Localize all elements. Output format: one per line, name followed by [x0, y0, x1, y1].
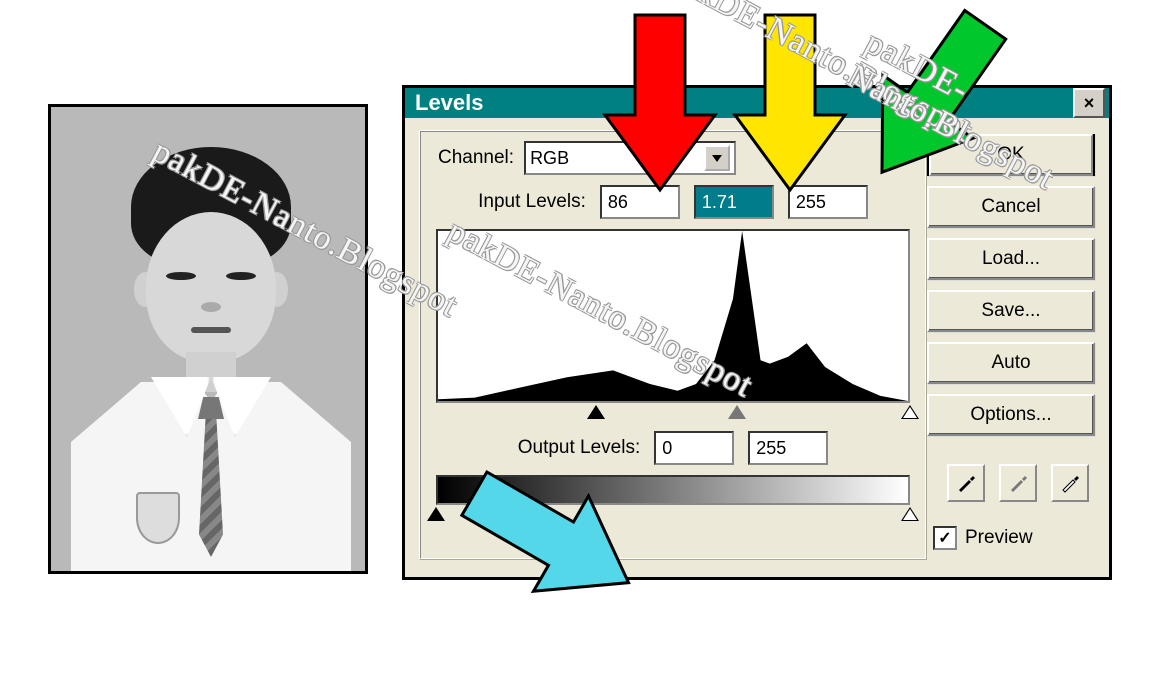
eyedropper-icon	[955, 472, 977, 494]
chevron-down-icon	[712, 155, 722, 162]
input-black-slider[interactable]	[587, 405, 605, 419]
eyedropper-black[interactable]	[947, 464, 985, 502]
output-black-field[interactable]	[654, 431, 734, 465]
input-black-field[interactable]	[600, 185, 680, 219]
channel-dropdown-button[interactable]	[704, 145, 730, 171]
eyedropper-icon	[1007, 472, 1029, 494]
close-button[interactable]: ×	[1073, 88, 1105, 118]
output-levels-label: Output Levels:	[518, 437, 641, 459]
input-white-field[interactable]	[788, 185, 868, 219]
output-white-field[interactable]	[748, 431, 828, 465]
eyedropper-white[interactable]	[1051, 464, 1089, 502]
histogram	[436, 229, 910, 403]
load-button[interactable]: Load...	[927, 238, 1095, 280]
channel-value: RGB	[530, 148, 569, 169]
output-white-slider[interactable]	[901, 507, 919, 521]
auto-button[interactable]: Auto	[927, 342, 1095, 384]
preview-photo	[48, 104, 368, 574]
portrait-placeholder	[51, 107, 365, 571]
channel-label: Channel:	[438, 147, 514, 169]
channel-select[interactable]: RGB	[524, 141, 736, 175]
output-slider-track[interactable]	[436, 507, 910, 525]
input-gamma-slider[interactable]	[728, 405, 746, 419]
preview-label: Preview	[965, 527, 1033, 549]
input-levels-label: Input Levels:	[478, 191, 586, 213]
preview-checkbox[interactable]: ✓	[933, 526, 957, 550]
input-white-slider[interactable]	[901, 405, 919, 419]
levels-dialog: Levels × Channel: RGB Input Levels:	[402, 85, 1112, 580]
cancel-button[interactable]: Cancel	[927, 186, 1095, 228]
output-black-slider[interactable]	[427, 507, 445, 521]
input-gamma-field[interactable]	[694, 185, 774, 219]
save-button[interactable]: Save...	[927, 290, 1095, 332]
close-icon: ×	[1084, 93, 1095, 114]
eyedropper-icon	[1059, 472, 1081, 494]
titlebar[interactable]: Levels ×	[405, 88, 1109, 118]
output-gradient	[436, 475, 910, 505]
eyedropper-gray[interactable]	[999, 464, 1037, 502]
options-button[interactable]: Options...	[927, 394, 1095, 436]
dialog-title: Levels	[415, 90, 484, 116]
ok-button[interactable]: OK	[927, 134, 1095, 176]
input-slider-track[interactable]	[436, 405, 910, 423]
